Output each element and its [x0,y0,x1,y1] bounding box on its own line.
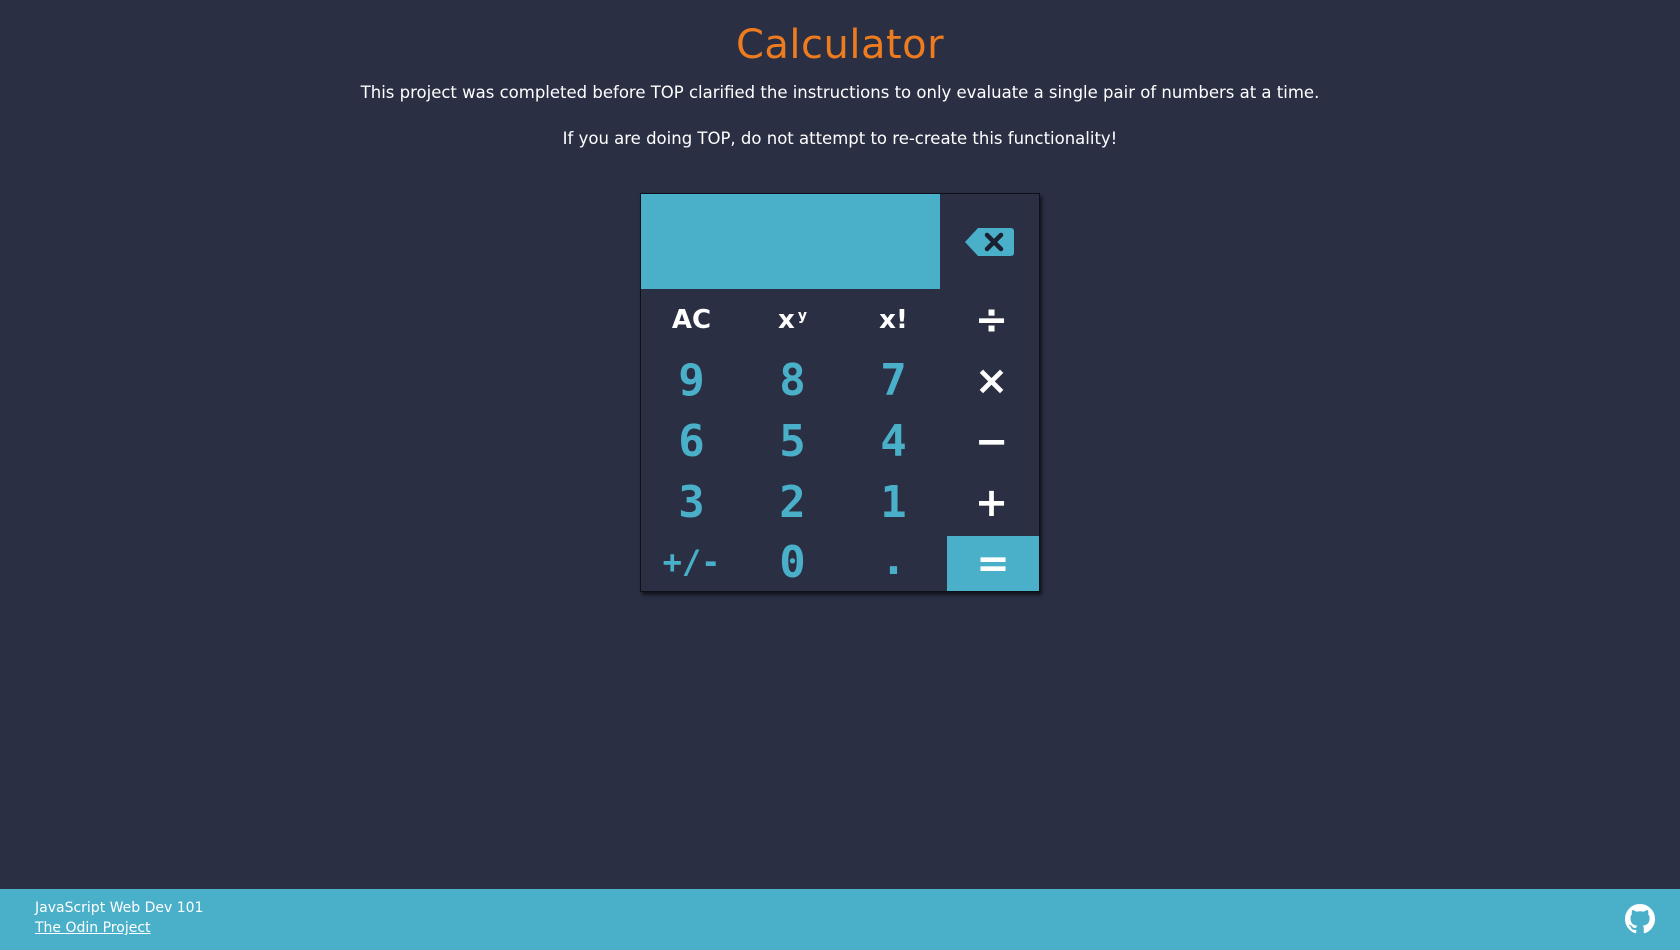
backspace-button[interactable] [940,194,1040,289]
disclaimer-text: This project was completed before TOP cl… [360,83,1320,102]
digit-2-button[interactable]: 2 [742,472,843,533]
decimal-button[interactable]: . [843,533,944,591]
digit-7-button[interactable]: 7 [843,350,944,411]
subtract-button[interactable]: − [944,411,1039,472]
page-title: Calculator [735,22,945,68]
footer: JavaScript Web Dev 101 The Odin Project [0,889,1680,950]
warning-text: If you are doing TOP, do not attempt to … [562,129,1118,148]
add-button[interactable]: + [944,472,1039,533]
digit-5-button[interactable]: 5 [742,411,843,472]
multiply-button[interactable]: × [944,350,1039,411]
digit-3-button[interactable]: 3 [641,472,742,533]
negate-button[interactable]: +/- [641,533,742,591]
keypad: AC xy x! ÷ 9 8 7 × 6 5 4 − 3 2 1 + +/- 0… [641,289,1039,591]
digit-6-button[interactable]: 6 [641,411,742,472]
equals-button[interactable]: = [947,536,1039,591]
odin-project-link[interactable]: The Odin Project [35,920,151,936]
power-exponent-label: y [797,307,807,324]
digit-8-button[interactable]: 8 [742,350,843,411]
divide-button[interactable]: ÷ [944,289,1039,350]
footer-course-label: JavaScript Web Dev 101 [35,900,204,916]
digit-1-button[interactable]: 1 [843,472,944,533]
power-button[interactable]: xy [742,289,843,350]
page: Calculator This project was completed be… [0,0,1680,950]
clear-button[interactable]: AC [641,289,742,350]
digit-0-button[interactable]: 0 [742,533,843,591]
backspace-icon [965,227,1014,256]
digit-9-button[interactable]: 9 [641,350,742,411]
digit-4-button[interactable]: 4 [843,411,944,472]
calculator: AC xy x! ÷ 9 8 7 × 6 5 4 − 3 2 1 + +/- 0… [640,193,1040,592]
power-base-label: x [778,304,795,335]
calculator-display [641,194,940,289]
factorial-button[interactable]: x! [843,289,944,350]
github-link[interactable] [1625,904,1655,934]
github-icon [1625,904,1655,934]
